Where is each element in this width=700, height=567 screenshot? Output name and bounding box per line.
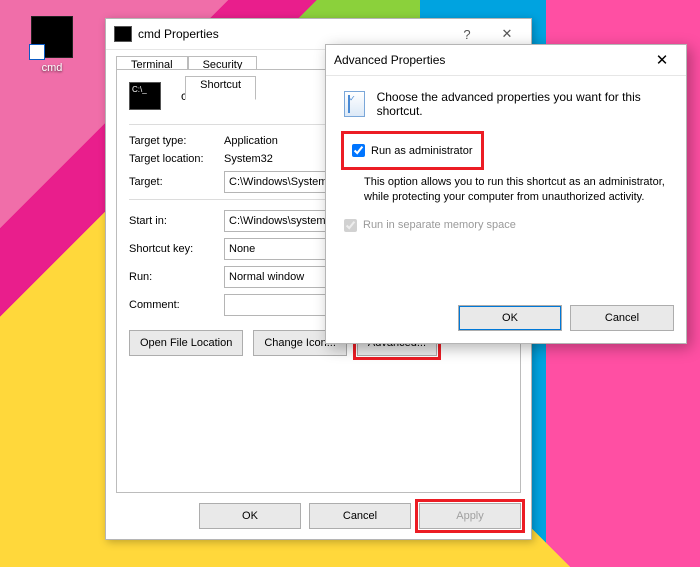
shortcut-arrow-icon bbox=[31, 48, 41, 58]
target-location-value: System32 bbox=[224, 153, 273, 165]
advanced-properties-dialog: Advanced Properties ✕ Choose the advance… bbox=[325, 44, 687, 344]
properties-footer: OK Cancel Apply bbox=[116, 503, 521, 529]
advanced-ok-button[interactable]: OK bbox=[458, 305, 562, 331]
properties-sheet-icon bbox=[344, 91, 365, 117]
target-type-label: Target type: bbox=[129, 135, 224, 147]
advanced-intro-text: Choose the advanced properties you want … bbox=[377, 90, 668, 118]
run-as-admin-description: This option allows you to run this short… bbox=[364, 175, 668, 205]
advanced-close-button[interactable]: ✕ bbox=[642, 46, 682, 74]
help-button[interactable]: ? bbox=[447, 23, 487, 45]
advanced-titlebar[interactable]: Advanced Properties ✕ bbox=[326, 45, 686, 76]
tab-shortcut[interactable]: Shortcut bbox=[185, 76, 256, 100]
close-button[interactable]: ✕ bbox=[487, 23, 527, 45]
target-type-value: Application bbox=[224, 135, 278, 147]
desktop-shortcut-label: cmd bbox=[22, 62, 82, 74]
cmd-icon bbox=[31, 16, 73, 58]
open-file-location-button[interactable]: Open File Location bbox=[129, 330, 243, 356]
run-as-admin-checkbox[interactable] bbox=[352, 144, 365, 157]
ok-button[interactable]: OK bbox=[199, 503, 301, 529]
run-as-admin-highlight: Run as administrator bbox=[344, 134, 481, 167]
cancel-button[interactable]: Cancel bbox=[309, 503, 411, 529]
target-label: Target: bbox=[129, 176, 224, 188]
properties-title: cmd Properties bbox=[138, 27, 447, 41]
run-label: Run: bbox=[129, 271, 224, 283]
shortcutkey-label: Shortcut key: bbox=[129, 243, 224, 255]
run-as-admin-label[interactable]: Run as administrator bbox=[371, 145, 473, 157]
cmd-titlebar-icon bbox=[114, 26, 132, 42]
comment-label: Comment: bbox=[129, 299, 224, 311]
desktop: cmd cmd Properties ? ✕ Terminal Security… bbox=[0, 0, 700, 567]
app-icon bbox=[129, 82, 161, 110]
desktop-shortcut-cmd[interactable]: cmd bbox=[22, 16, 82, 74]
separate-memory-checkbox bbox=[344, 219, 357, 232]
startin-label: Start in: bbox=[129, 215, 224, 227]
separate-memory-label: Run in separate memory space bbox=[363, 219, 516, 231]
target-location-label: Target location: bbox=[129, 153, 224, 165]
advanced-title: Advanced Properties bbox=[334, 53, 642, 67]
apply-button[interactable]: Apply bbox=[419, 503, 521, 529]
advanced-cancel-button[interactable]: Cancel bbox=[570, 305, 674, 331]
